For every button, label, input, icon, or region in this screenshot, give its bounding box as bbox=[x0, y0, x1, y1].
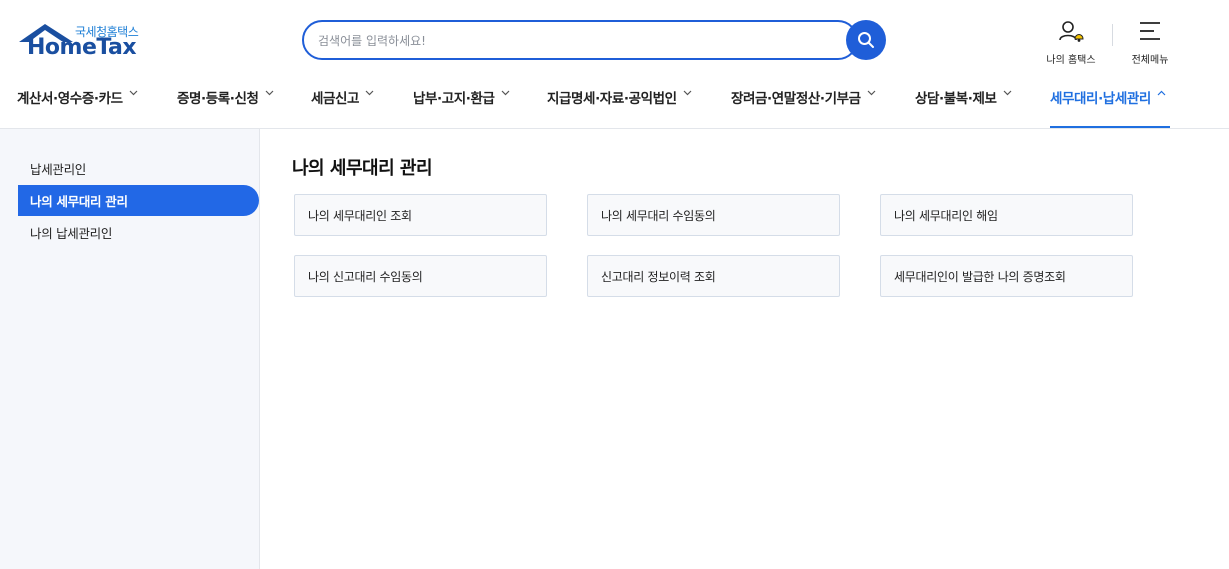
search-box bbox=[302, 20, 858, 60]
page-title: 나의 세무대리 관리 bbox=[292, 158, 433, 179]
side-item-my-tax-manager[interactable]: 나의 납세관리인 bbox=[18, 217, 259, 248]
my-hometax-label: 나의 홈택스 bbox=[1046, 55, 1096, 66]
utility-divider bbox=[1112, 24, 1113, 46]
menu-card-certificate-lookup[interactable]: 세무대리인이 발급한 나의 증명조회 bbox=[880, 255, 1133, 297]
chevron-down-icon bbox=[265, 90, 274, 96]
chevron-down-icon bbox=[683, 90, 692, 96]
gnb-item-label: 장려금·연말정산·기부금 bbox=[731, 91, 861, 107]
chevron-down-icon bbox=[365, 90, 374, 96]
all-menu-button[interactable]: 전체메뉴 bbox=[1124, 19, 1176, 66]
gnb-item-invoice[interactable]: 계산서·영수증·카드 bbox=[17, 76, 138, 128]
menu-card-label: 신고대리 정보이력 조회 bbox=[601, 269, 716, 284]
chevron-down-icon bbox=[501, 90, 510, 96]
menu-card-label: 나의 신고대리 수임동의 bbox=[308, 269, 423, 284]
menu-card-agent-consent[interactable]: 나의 세무대리 수임동의 bbox=[587, 194, 840, 236]
user-bell-icon bbox=[1059, 21, 1084, 42]
all-menu-label: 전체메뉴 bbox=[1131, 55, 1169, 66]
gnb-item-label: 납부·고지·환급 bbox=[413, 91, 495, 107]
chevron-up-icon bbox=[1157, 90, 1166, 96]
gnb-item-certificate[interactable]: 증명·등록·신청 bbox=[177, 76, 274, 128]
menu-card-agent-lookup[interactable]: 나의 세무대리인 조회 bbox=[294, 194, 547, 236]
gnb-item-incentives[interactable]: 장려금·연말정산·기부금 bbox=[731, 76, 876, 128]
gnb-item-label: 증명·등록·신청 bbox=[177, 91, 259, 107]
side-item-label: 납세관리인 bbox=[30, 162, 87, 177]
logo-title: HomeTax bbox=[27, 35, 137, 60]
menu-card-agent-dismissal[interactable]: 나의 세무대리인 해임 bbox=[880, 194, 1133, 236]
side-item-label: 나의 세무대리 관리 bbox=[30, 194, 128, 209]
menu-card-filing-history[interactable]: 신고대리 정보이력 조회 bbox=[587, 255, 840, 297]
menu-card-label: 나의 세무대리인 조회 bbox=[308, 208, 412, 223]
my-hometax-button[interactable]: 나의 홈택스 bbox=[1040, 19, 1102, 66]
gnb-item-statements[interactable]: 지급명세·자료·공익법인 bbox=[547, 76, 692, 128]
search-icon bbox=[858, 32, 874, 48]
gnb-item-label: 계산서·영수증·카드 bbox=[17, 91, 123, 107]
menu-card-filing-consent[interactable]: 나의 신고대리 수임동의 bbox=[294, 255, 547, 297]
chevron-down-icon bbox=[129, 90, 138, 96]
search-button[interactable] bbox=[846, 20, 886, 60]
gnb-item-tax-agent[interactable]: 세무대리·납세관리 bbox=[1050, 76, 1170, 128]
gnb-item-payment[interactable]: 납부·고지·환급 bbox=[413, 76, 510, 128]
menu-card-label: 나의 세무대리인 해임 bbox=[894, 208, 998, 223]
side-item-my-tax-agent[interactable]: 나의 세무대리 관리 bbox=[18, 185, 259, 216]
menu-card-label: 나의 세무대리 수임동의 bbox=[601, 208, 716, 223]
gnb-item-label: 세무대리·납세관리 bbox=[1050, 91, 1151, 107]
menu-card-label: 세무대리인이 발급한 나의 증명조회 bbox=[894, 269, 1066, 284]
chevron-down-icon bbox=[1003, 90, 1012, 96]
gnb-item-label: 세금신고 bbox=[311, 91, 360, 107]
gnb-item-tax-return[interactable]: 세금신고 bbox=[311, 76, 374, 128]
hamburger-menu-icon bbox=[1140, 22, 1160, 40]
gnb-item-label: 상담·불복·제보 bbox=[915, 91, 997, 107]
gnb-item-label: 지급명세·자료·공익법인 bbox=[547, 91, 677, 107]
global-nav: 계산서·영수증·카드 증명·등록·신청 세금신고 납부·고지·환급 지급명세·자… bbox=[0, 76, 1229, 128]
side-item-tax-manager[interactable]: 납세관리인 bbox=[18, 153, 259, 184]
chevron-down-icon bbox=[867, 90, 876, 96]
hometax-logo[interactable]: 국세청홈택스 HomeTax bbox=[17, 22, 141, 62]
side-nav: 납세관리인 나의 세무대리 관리 나의 납세관리인 bbox=[0, 129, 260, 569]
search-input[interactable] bbox=[318, 31, 818, 51]
header: 국세청홈택스 HomeTax 나의 홈택스 전체메뉴 계산서·영수증 bbox=[0, 0, 1229, 129]
side-item-label: 나의 납세관리인 bbox=[30, 226, 113, 241]
gnb-item-consulting[interactable]: 상담·불복·제보 bbox=[915, 76, 1012, 128]
